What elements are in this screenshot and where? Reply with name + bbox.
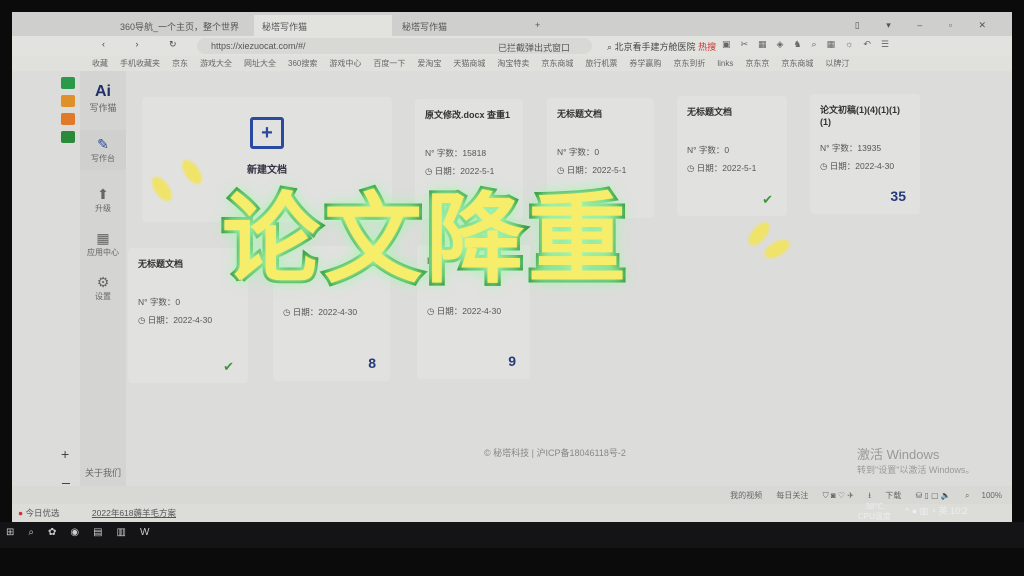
doc-date: 2022-4-30 (318, 307, 358, 317)
app-sidebar: Ai 写作猫 ✎ 写作台 ⬆ 升级 ▦ 应用中心 ⚙ 设置 关于我们 (80, 71, 126, 486)
my-videos[interactable]: 我的视频 (730, 491, 762, 500)
add-icon[interactable]: + (61, 446, 69, 462)
popup-blocked-notice[interactable]: 已拦截弹出式窗口 (498, 41, 570, 54)
gear-icon: ⚙ (96, 274, 110, 290)
star-icon[interactable] (61, 95, 75, 107)
logo-icon: Ai (95, 83, 111, 100)
bookmark[interactable]: 网址大全 (244, 59, 276, 68)
word-count: 0 (175, 297, 181, 307)
bookmark[interactable]: 爱淘宝 (417, 59, 441, 68)
weibo-icon[interactable] (61, 113, 75, 125)
bookmark[interactable]: 券学赢购 (629, 59, 661, 68)
mail-icon[interactable] (61, 131, 75, 143)
clock-icon: ◷ 日期：2022-4-30 (138, 315, 213, 325)
taskbar-apps[interactable]: ⊞⌕✿◉▤▥W (6, 527, 163, 538)
tab-360[interactable]: 360导航_一个主页，整个世界 (112, 15, 252, 36)
bookmark[interactable]: 360搜索 (288, 59, 317, 68)
bookmark[interactable]: 天猫商城 (453, 59, 485, 68)
about-link[interactable]: 关于我们 (80, 466, 126, 479)
doc-card[interactable]: 无标题文档 N° 字数：0 ◷ 日期：2022-5-1 ✔ (677, 96, 787, 216)
nav-upgrade[interactable]: ⬆ 升级 (80, 186, 126, 214)
new-doc-icon: + (250, 117, 284, 149)
status-icons-2[interactable]: ⛁ ▯ ▢ 🔈 (916, 491, 951, 500)
word-count: 15818 (462, 148, 487, 158)
bookmark[interactable]: 京东商城 (541, 59, 573, 68)
daily-follow[interactable]: 每日关注 (776, 491, 808, 500)
doc-card[interactable]: 论文初稿(1)(4)(1)(1)(1) N° 字数：13935 ◷ 日期：202… (810, 94, 920, 214)
bookmarks-bar: 收藏 手机收藏夹 京东 游戏大全 网址大全 360搜索 游戏中心 百度一下 爱淘宝 天猫商城 淘宝特… (12, 56, 1012, 71)
tab-xiezuocat[interactable]: 秘塔写作猫 (394, 15, 524, 36)
heart-icon: ● (18, 508, 24, 518)
clock-icon: ◷ 日期：2022-4-30 (427, 306, 502, 316)
zoom-level[interactable]: ⌕ 100% (965, 491, 1002, 500)
windows-activation-watermark: 激活 Windows 转到"设置"以激活 Windows。 (857, 447, 975, 475)
tab-bar: 360导航_一个主页，整个世界 秘塔写作猫 秘塔写作猫 + ▯ ▾ – ▫ ✕ (12, 12, 1012, 36)
footer-text: © 秘塔科技 | 沪ICP备18046118号-2 (484, 448, 626, 458)
new-tab-button[interactable]: + (527, 15, 548, 36)
doc-title: 原文修改.docx 查重1 (425, 110, 511, 120)
check-icon: ✔ (223, 359, 234, 374)
window-controls[interactable]: ▯ ▾ – ▫ ✕ (847, 15, 1006, 36)
today-picks[interactable]: 今日优选 (26, 508, 60, 518)
news-link[interactable]: 2022年618薅羊毛方案 (92, 508, 176, 518)
tab-xiezuocat-active[interactable]: 秘塔写作猫 (254, 15, 392, 36)
bookmark[interactable]: links (717, 59, 733, 68)
bookmark[interactable]: 京东 (172, 59, 188, 68)
doc-date: 2022-4-30 (855, 161, 895, 171)
bookmark[interactable]: 京东京 (745, 59, 769, 68)
bookmark[interactable]: 京东到折 (673, 59, 705, 68)
cpu-temp: 38℃ CPU温度 (858, 502, 891, 521)
toolbar-icons[interactable]: ▣✂▦◈♞⌕▦☼↶☰ (722, 39, 899, 50)
bookmark[interactable]: 游戏中心 (329, 59, 361, 68)
doc-title: 无标题文档 (687, 107, 733, 117)
doc-date: 2022-4-30 (462, 306, 502, 316)
download-button[interactable]: ⭳ 下载 (868, 491, 901, 500)
doc-title: 无标题文档 (557, 109, 603, 119)
bookmark[interactable]: 手机收藏夹 (120, 59, 160, 68)
logo-text: 写作猫 (89, 103, 117, 113)
taskbar: ⊞⌕✿◉▤▥W 38℃ CPU温度 ^ ● ▥ ◔ 英 10:2 (0, 502, 1024, 548)
url-input[interactable]: https://xiezuocat.com/#/ 已拦截弹出式窗口 (197, 38, 592, 54)
bookmark[interactable]: 百度一下 (373, 59, 405, 68)
clock-icon: ◷ 日期：2022-5-1 (687, 163, 757, 173)
arrow-up-icon: ⬆ (97, 186, 109, 202)
word-count: 0 (594, 147, 600, 157)
bookmark[interactable]: 游戏大全 (200, 59, 232, 68)
grid-icon: ▦ (96, 230, 110, 246)
doc-count: 8 (368, 355, 376, 371)
video-overlay-title: 论文降重 (219, 180, 631, 300)
word-count: 0 (724, 145, 730, 155)
edit-icon: ✎ (97, 136, 109, 152)
address-bar-row: ‹ › ↻ ⌂ https://xiezuocat.com/#/ 已拦截弹出式窗… (12, 36, 1012, 56)
check-icon: ✔ (762, 192, 773, 207)
bookmark[interactable]: 京东商城 (781, 59, 813, 68)
bookmark[interactable]: 旅行机票 (585, 59, 617, 68)
doc-count: 9 (508, 353, 516, 369)
bookmark[interactable]: 淘宝特卖 (497, 59, 529, 68)
doc-count: 35 (890, 188, 906, 204)
status-icons[interactable]: ⛉ ◙ ♡ ✈ (823, 491, 854, 500)
nav-app-center[interactable]: ▦ 应用中心 (80, 230, 126, 258)
browser-sidebar: + ☰ (57, 71, 79, 494)
bookmark[interactable]: 收藏 (92, 59, 108, 68)
clock-icon: ◷ 日期：2022-4-30 (283, 307, 358, 317)
clock-icon: ◷ 日期：2022-4-30 (820, 161, 895, 171)
word-count: 13935 (857, 143, 882, 153)
search-box[interactable]: ⌕ 北京看手建方舱医院 热搜 (607, 40, 716, 53)
doc-title: 论文初稿(1)(4)(1)(1)(1) (820, 105, 900, 127)
nav-workspace[interactable]: ✎ 写作台 (80, 130, 126, 170)
doc-date: 2022-5-1 (722, 163, 757, 173)
doc-date: 2022-4-30 (173, 315, 213, 325)
nav-settings[interactable]: ⚙ 设置 (80, 274, 126, 302)
bookmark[interactable]: 以牌汀 (825, 59, 849, 68)
app-icon[interactable] (61, 77, 75, 89)
system-tray[interactable]: ^ ● ▥ ◔ 英 10:2 (905, 504, 968, 517)
